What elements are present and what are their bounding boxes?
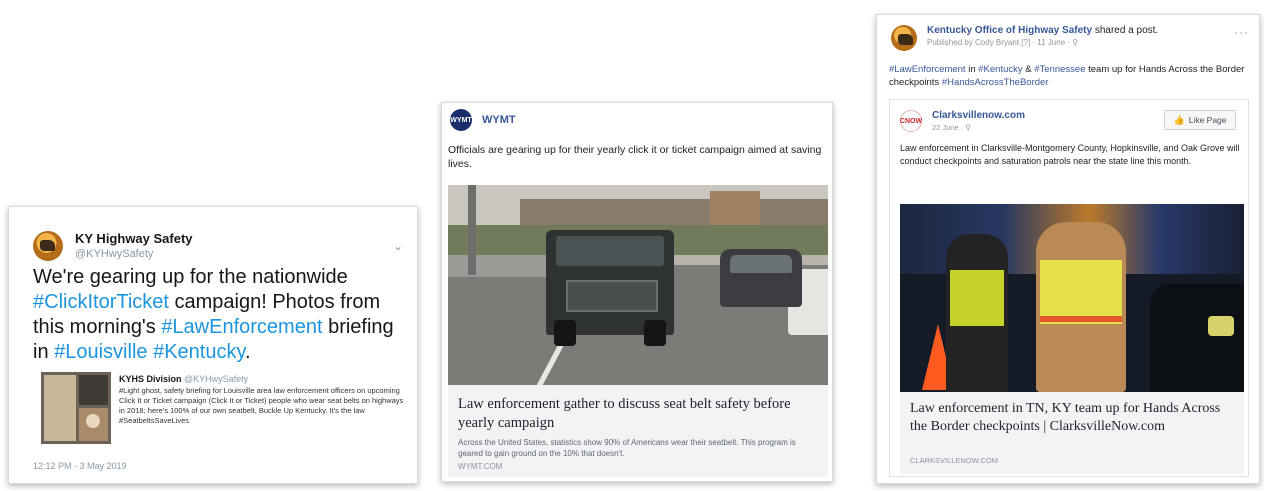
like-page-label: Like Page <box>1188 115 1227 125</box>
link-preview[interactable]: Law enforcement gather to discuss seat b… <box>448 385 828 477</box>
thumbs-up-icon: 👍 <box>1173 114 1185 125</box>
post-action-text: shared a post. <box>1092 25 1159 36</box>
kentucky-office-post-card[interactable]: Kentucky Office of Highway Safety shared… <box>876 14 1260 484</box>
post-text: Officials are gearing up for their yearl… <box>448 144 822 170</box>
highway-traffic-photo[interactable] <box>448 185 828 385</box>
wymt-logo-icon[interactable]: WYMT <box>450 109 472 131</box>
link-preview-domain: WYMT.COM <box>458 462 503 471</box>
tweet-timestamp[interactable]: 12:12 PM - 3 May 2019 <box>33 461 127 471</box>
hashtag-link[interactable]: #LawEnforcement <box>889 64 966 75</box>
hashtag-link[interactable]: #HandsAcrossTheBorder <box>942 77 1049 88</box>
tweet-text: We're gearing up for the nationwide #Cli… <box>33 265 413 365</box>
link-preview-domain: CLARKSVILLENOW.COM <box>910 456 998 465</box>
quoted-tweet[interactable]: KYHS Division @KYHwySafety #Light ghost,… <box>41 372 405 448</box>
hashtag-link[interactable]: #LawEnforcement <box>161 316 322 338</box>
post-header: WYMT WYMT <box>450 109 516 131</box>
link-preview-description: Across the United States, statistics sho… <box>458 438 796 458</box>
hashtag-link[interactable]: #Tennessee <box>1034 64 1085 75</box>
tweet-text-segment: . <box>244 341 251 363</box>
quoted-author-name[interactable]: KYHS Division <box>119 374 182 384</box>
tweet-handle[interactable]: @KYHwySafety <box>75 248 193 260</box>
tweet-card[interactable]: KY Highway Safety @KYHwySafety ⌄ We're g… <box>8 206 418 484</box>
post-page-name[interactable]: Kentucky Office of Highway Safety <box>927 25 1092 36</box>
quoted-tweet-photo[interactable] <box>41 372 111 444</box>
tweet-text-segment: We're gearing up for the nationwide <box>33 266 348 288</box>
shared-post[interactable]: CNOW Clarksvillenow.com 22 June · ⚲ 👍 Lik… <box>889 99 1249 477</box>
hashtag-link[interactable]: #Kentucky <box>153 341 245 363</box>
hashtag-link[interactable]: #ClickItorTicket <box>33 291 169 313</box>
more-options-icon[interactable]: ··· <box>1234 25 1249 39</box>
post-header: Kentucky Office of Highway Safety shared… <box>891 25 1158 51</box>
shared-post-header: CNOW Clarksvillenow.com 22 June · ⚲ <box>900 110 1025 132</box>
quoted-author-handle[interactable]: @KYHwySafety <box>184 374 248 384</box>
tweet-account-name[interactable]: KY Highway Safety <box>75 231 193 246</box>
link-preview-title[interactable]: Law enforcement in TN, KY team up for Ha… <box>910 400 1230 436</box>
tweet-header: KY Highway Safety @KYHwySafety <box>33 231 193 261</box>
link-preview[interactable]: Law enforcement in TN, KY team up for Ha… <box>900 392 1244 474</box>
post-text-segment: in <box>965 64 979 75</box>
post-text: #LawEnforcement in #Kentucky & #Tennesse… <box>889 63 1249 89</box>
shared-post-page-name[interactable]: Clarksvillenow.com <box>932 110 1025 121</box>
checkpoint-night-photo[interactable] <box>900 204 1244 392</box>
hashtag-link[interactable]: #Kentucky <box>978 64 1022 75</box>
hashtag-link[interactable]: #Louisville <box>54 341 147 363</box>
ky-highway-safety-logo-icon[interactable] <box>33 231 63 261</box>
shared-post-text: Law enforcement in Clarksville-Montgomer… <box>900 143 1240 166</box>
post-author-line: Kentucky Office of Highway Safety shared… <box>927 25 1158 36</box>
quoted-tweet-text: #Light ghost, safety briefing for Louisv… <box>119 386 404 425</box>
link-preview-title[interactable]: Law enforcement gather to discuss seat b… <box>458 395 822 433</box>
post-page-name[interactable]: WYMT <box>482 114 516 126</box>
like-page-button[interactable]: 👍 Like Page <box>1164 110 1236 130</box>
clarksvillenow-logo-icon[interactable]: CNOW <box>900 110 922 132</box>
shared-post-subline: 22 June · ⚲ <box>932 123 971 132</box>
wymt-post-card[interactable]: WYMT WYMT Officials are gearing up for t… <box>441 102 833 482</box>
post-subline: Published by Cody Bryant [?] · 11 June ·… <box>927 38 1079 47</box>
post-text-segment: & <box>1022 64 1035 75</box>
quoted-tweet-author[interactable]: KYHS Division @KYHwySafety <box>119 374 405 384</box>
kentucky-office-logo-icon[interactable] <box>891 25 917 51</box>
chevron-down-icon[interactable]: ⌄ <box>393 239 403 253</box>
